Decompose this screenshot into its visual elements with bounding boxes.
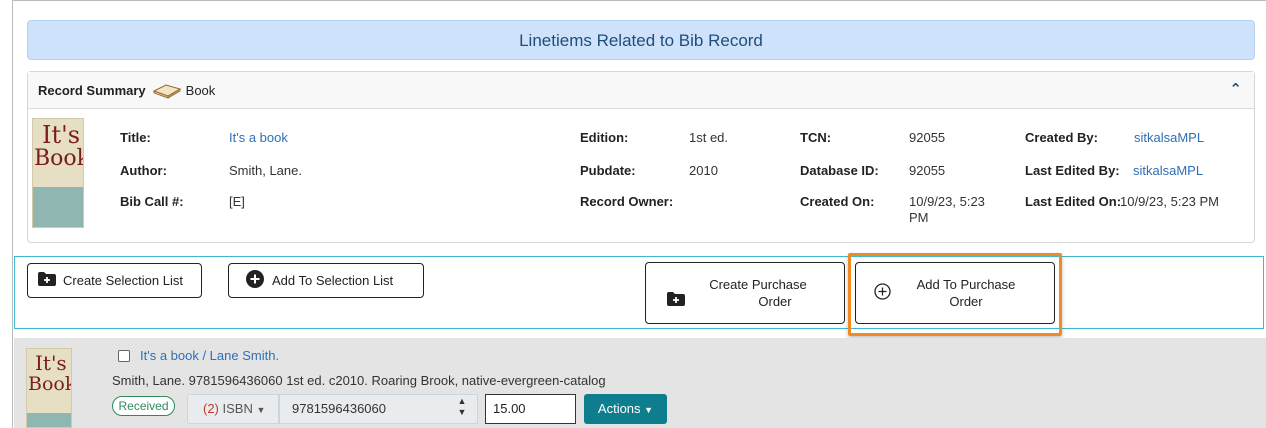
- last-edited-on-value: 10/9/23, 5:23 PM: [1120, 194, 1220, 209]
- identifier-value-field[interactable]: 9781596436060: [279, 394, 478, 424]
- database-id-label: Database ID:: [800, 163, 879, 178]
- folder-plus-icon: [38, 272, 56, 289]
- lineitem-select-checkbox[interactable]: [118, 350, 130, 362]
- caret-down-icon: ▼: [644, 405, 654, 415]
- page-title: Linetiems Related to Bib Record: [27, 20, 1255, 60]
- created-on-value: 10/9/23, 5:23 PM: [909, 194, 985, 225]
- created-by-link[interactable]: sitkalsaMPL: [1134, 130, 1204, 146]
- edition-value: 1st ed.: [689, 130, 729, 145]
- create-selection-list-button[interactable]: Create Selection List: [27, 263, 202, 298]
- author-label: Author:: [120, 163, 167, 178]
- pubdate-label: Pubdate:: [580, 163, 636, 178]
- last-edited-on-label: Last Edited On:: [1025, 194, 1122, 209]
- record-summary-panel: Record Summary Book ⌃ It's Book Title: I…: [27, 71, 1255, 243]
- edition-label: Edition:: [580, 130, 629, 145]
- database-id-value: 92055: [909, 163, 946, 178]
- record-summary-header[interactable]: Record Summary Book ⌃: [28, 72, 1254, 109]
- plus-circle-icon: [246, 270, 264, 291]
- title-label: Title:: [120, 130, 151, 145]
- identifier-type-dropdown[interactable]: (2) ISBN ▼: [187, 394, 279, 424]
- author-value: Smith, Lane.: [229, 163, 302, 178]
- last-edited-by-link[interactable]: sitkalsaMPL: [1133, 163, 1203, 179]
- create-purchase-order-button[interactable]: Create Purchase Order: [645, 262, 845, 324]
- chevron-up-icon[interactable]: ⌃: [1229, 80, 1242, 98]
- lineitem-title-link[interactable]: It's a book / Lane Smith.: [140, 348, 279, 364]
- created-on-label: Created On:: [800, 194, 875, 209]
- book-icon: [152, 81, 182, 99]
- identifier-type: ISBN: [222, 401, 253, 416]
- title-link[interactable]: It's a book: [229, 130, 288, 146]
- spinner-arrows-icon[interactable]: ▲ ▼: [454, 396, 470, 422]
- last-edited-by-label: Last Edited By:: [1025, 163, 1120, 178]
- created-by-label: Created By:: [1025, 130, 1098, 145]
- tcn-label: TCN:: [800, 130, 832, 145]
- window-frame-left: [12, 0, 13, 428]
- price-input[interactable]: 15.00: [485, 394, 576, 424]
- tcn-value: 92055: [909, 130, 946, 145]
- add-to-selection-list-button[interactable]: Add To Selection List: [228, 263, 424, 298]
- identifier-count: (2): [203, 401, 219, 416]
- status-badge: Received: [112, 396, 175, 416]
- record-format-label: Book: [185, 82, 216, 98]
- add-to-purchase-order-button[interactable]: Add To Purchase Order: [855, 262, 1055, 324]
- folder-plus-icon: [667, 291, 685, 309]
- lineitem-cover-image: It's Book: [26, 348, 72, 428]
- lineitem-details: Smith, Lane. 9781596436060 1st ed. c2010…: [112, 373, 606, 388]
- pubdate-value: 2010: [689, 163, 718, 178]
- window-frame-top: [12, 0, 1266, 4]
- actions-dropdown-button[interactable]: Actions ▼: [584, 394, 667, 424]
- record-owner-label: Record Owner:: [580, 194, 674, 209]
- call-number-label: Bib Call #:: [120, 194, 184, 209]
- cover-image: It's Book: [32, 118, 84, 228]
- call-number-value: [E]: [229, 194, 245, 209]
- record-summary-title: Record Summary: [38, 82, 146, 98]
- plus-circle-outline-icon: [874, 283, 891, 303]
- caret-down-icon: ▼: [256, 405, 266, 415]
